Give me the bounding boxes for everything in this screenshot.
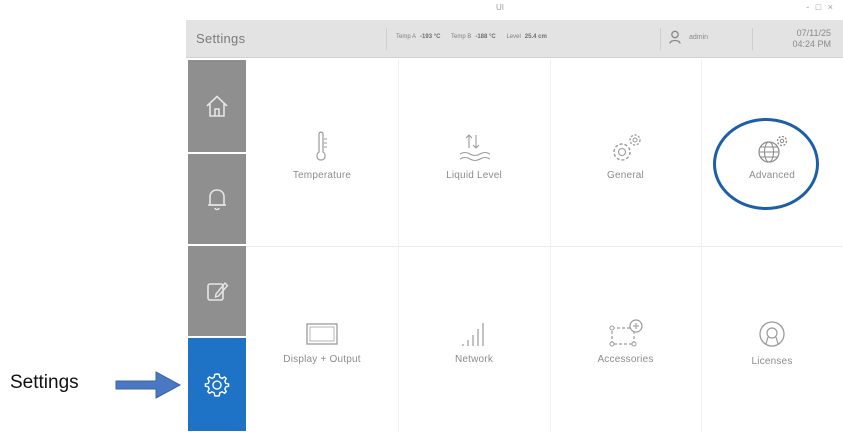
window-controls[interactable]: - □ × [806, 2, 835, 12]
user-icon [669, 30, 681, 44]
date-text: 07/11/25 [796, 28, 831, 38]
time-text: 04:24 PM [792, 39, 831, 49]
thermometer-icon [313, 124, 331, 164]
tile-label: Temperature [292, 170, 352, 181]
liquid-level-icon [457, 124, 491, 164]
accessories-icon [608, 308, 644, 348]
tile-liquid-level[interactable]: Liquid Level [398, 60, 550, 246]
sidebar [188, 60, 246, 431]
home-icon [206, 95, 228, 117]
tile-licenses[interactable]: Licenses [701, 246, 843, 432]
tile-label: Display + Output [283, 354, 361, 365]
sensor-readings: Temp A -193 °C Temp B -188 °C Level 25.4 cm [396, 34, 556, 40]
user-name: admin [689, 33, 709, 41]
tile-label: Licenses [751, 356, 793, 367]
bell-icon [208, 189, 226, 211]
tile-temperature[interactable]: Temperature [246, 60, 398, 246]
license-icon [756, 310, 788, 350]
header-bar: Settings Temp A -193 °C Temp B -188 °C Lev… [186, 20, 843, 58]
tile-display-output[interactable]: Display + Output [246, 246, 398, 432]
sidebar-item-home[interactable] [188, 60, 246, 152]
edit-icon [207, 281, 229, 301]
tile-general[interactable]: General [550, 60, 701, 246]
annotation-label: Settings [10, 372, 79, 393]
window-title: UI [496, 3, 504, 12]
reading-value: -188 °C [475, 34, 496, 40]
page-title: Settings [196, 31, 246, 46]
header-divider [386, 28, 387, 50]
gear-icon [204, 372, 230, 397]
sidebar-item-log[interactable] [188, 246, 246, 336]
reading-label: Temp B [451, 34, 472, 40]
window-titlebar: UI - □ × [186, 0, 843, 18]
gears-icon [608, 124, 644, 164]
reading-label: Temp A [396, 34, 417, 40]
signal-bars-icon [457, 308, 491, 348]
tile-label: Liquid Level [446, 170, 502, 181]
arrow-right-icon [115, 371, 182, 399]
reading-value: -193 °C [420, 34, 441, 40]
header-divider [752, 28, 753, 50]
header-divider [660, 28, 661, 50]
monitor-icon [305, 308, 339, 348]
sidebar-item-settings[interactable] [188, 338, 246, 431]
sidebar-item-alarms[interactable] [188, 154, 246, 244]
datetime: 07/11/25 04:24 PM [792, 28, 831, 50]
reading-value: 25.4 cm [524, 34, 547, 40]
user-menu[interactable]: admin [669, 30, 708, 44]
settings-grid: Temperature Liquid Level General Advance… [246, 60, 843, 432]
advanced-highlight-ring [713, 118, 819, 210]
tile-accessories[interactable]: Accessories [550, 246, 701, 432]
tile-label: Accessories [597, 354, 654, 365]
tile-network[interactable]: Network [398, 246, 550, 432]
tile-label: Network [454, 354, 494, 365]
tile-label: General [607, 170, 644, 181]
reading-label: Level [506, 34, 521, 40]
